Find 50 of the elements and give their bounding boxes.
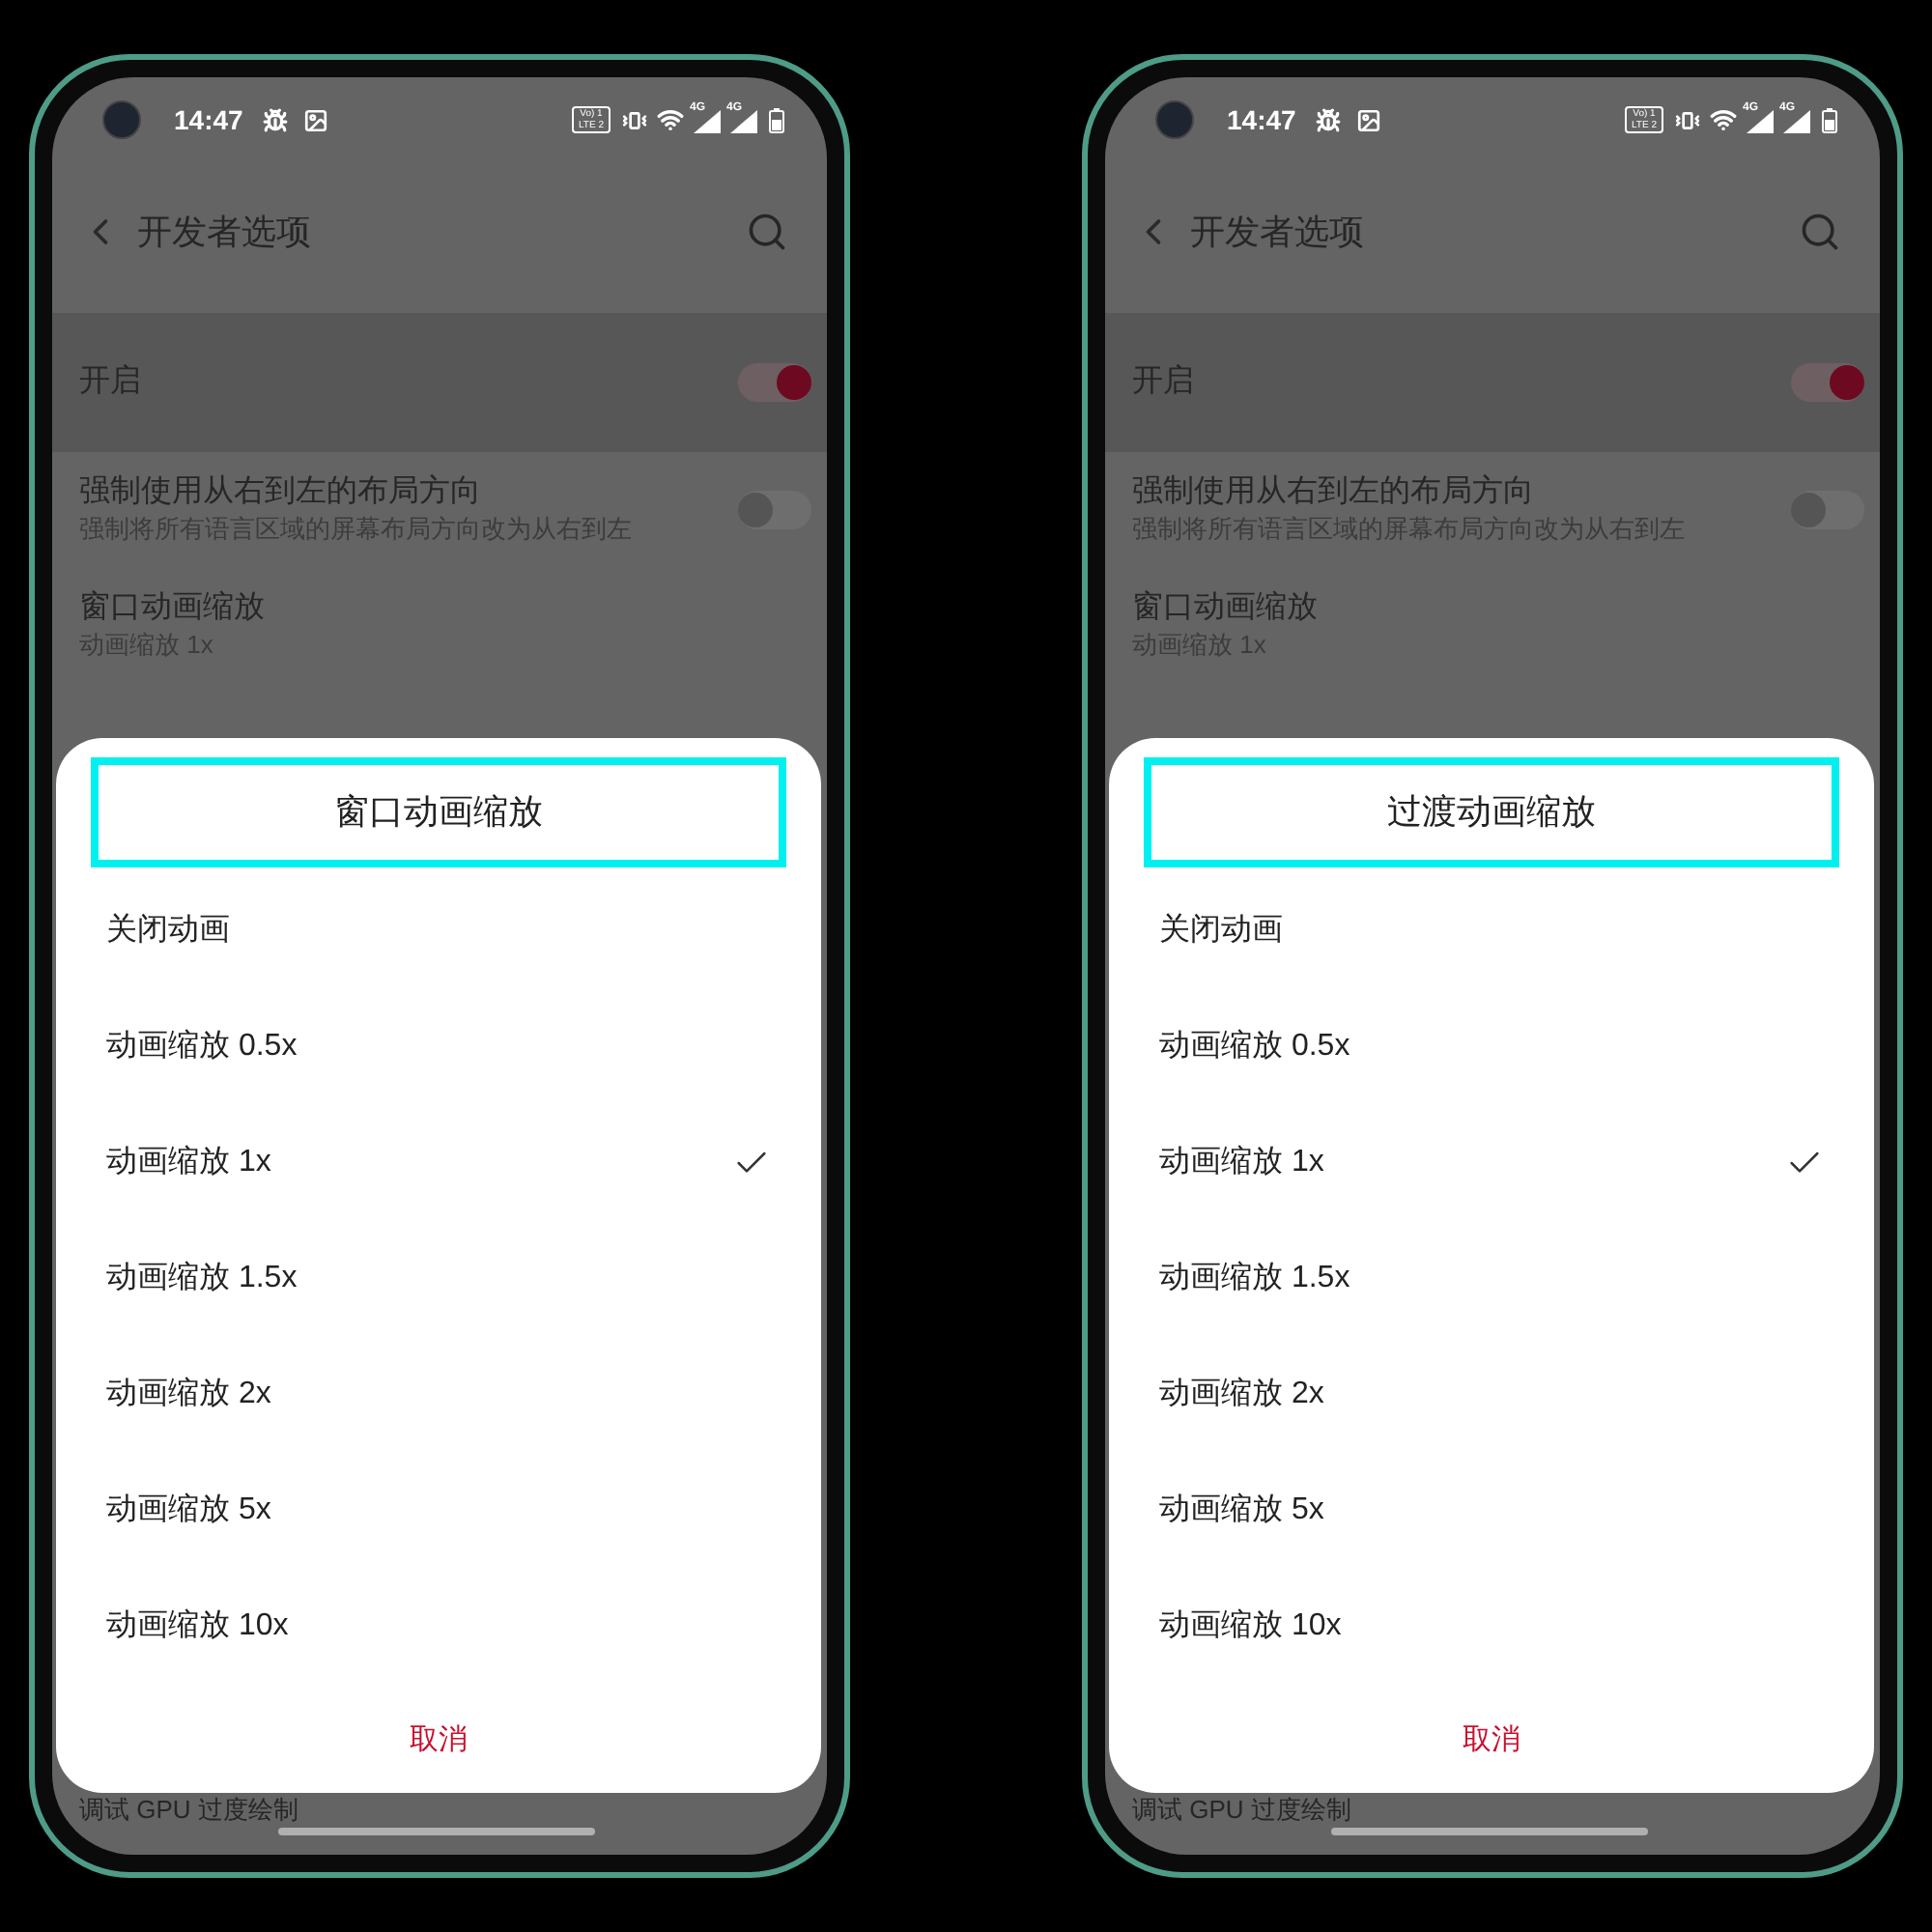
option-item[interactable]: 动画缩放 0.5x (1144, 989, 1839, 1105)
battery-icon (769, 107, 784, 132)
setting-title: 窗口动画缩放 (1132, 589, 1318, 628)
bug-icon (1315, 107, 1341, 132)
signal-icon (730, 110, 757, 133)
image-icon (1355, 107, 1381, 132)
option-item[interactable]: 关闭动画 (91, 873, 786, 989)
setting-title: 调试 GPU 过度绘制 (1132, 1797, 1351, 1824)
dialog-title: 过渡动画缩放 (1144, 757, 1839, 867)
option-item[interactable]: 动画缩放 5x (1144, 1453, 1839, 1569)
toggle-switch[interactable] (738, 363, 811, 402)
status-time: 14:47 (174, 101, 243, 138)
vibrate-icon (1675, 107, 1700, 132)
option-item[interactable]: 动画缩放 1.5x (1144, 1221, 1839, 1337)
setting-title: 强制使用从右到左的布局方向 (79, 473, 483, 512)
option-item[interactable]: 关闭动画 (1144, 873, 1839, 989)
page-title: 开发者选项 (137, 210, 311, 254)
option-item[interactable]: 动画缩放 1x (91, 1105, 786, 1221)
bug-icon (262, 107, 288, 132)
vibrate-icon (622, 107, 647, 132)
toggle-switch[interactable] (738, 491, 811, 529)
wifi-icon (657, 106, 684, 133)
cancel-button[interactable]: 取消 (1447, 1712, 1536, 1771)
option-item[interactable]: 动画缩放 0.5x (91, 989, 786, 1105)
image-icon (302, 107, 328, 132)
signal-icon (694, 110, 721, 133)
option-item[interactable]: 动画缩放 5x (91, 1453, 786, 1569)
dialog-title: 窗口动画缩放 (91, 757, 786, 867)
setting-title: 调试 GPU 过度绘制 (79, 1797, 298, 1824)
cancel-button[interactable]: 取消 (394, 1712, 483, 1771)
toggle-switch[interactable] (1791, 491, 1864, 529)
option-item[interactable]: 动画缩放 2x (91, 1337, 786, 1453)
option-item[interactable]: 动画缩放 1.5x (91, 1221, 786, 1337)
wifi-icon (1710, 106, 1737, 133)
search-icon[interactable] (1799, 211, 1841, 253)
option-item[interactable]: 动画缩放 10x (1144, 1569, 1839, 1685)
setting-title: 强制使用从右到左的布局方向 (1132, 473, 1536, 512)
camera-hole-icon (102, 100, 141, 139)
option-item[interactable]: 动画缩放 10x (91, 1569, 786, 1685)
search-icon[interactable] (746, 211, 788, 253)
signal-icon (1747, 110, 1774, 133)
option-item[interactable]: 动画缩放 2x (1144, 1337, 1839, 1453)
camera-hole-icon (1155, 100, 1194, 139)
toggle-switch[interactable] (1791, 363, 1864, 402)
status-time: 14:47 (1227, 101, 1296, 138)
page-title: 开发者选项 (1190, 210, 1364, 254)
signal-icon (1783, 110, 1810, 133)
battery-icon (1822, 107, 1837, 132)
option-item[interactable]: 动画缩放 1x (1144, 1105, 1839, 1221)
setting-title: 窗口动画缩放 (79, 589, 265, 628)
